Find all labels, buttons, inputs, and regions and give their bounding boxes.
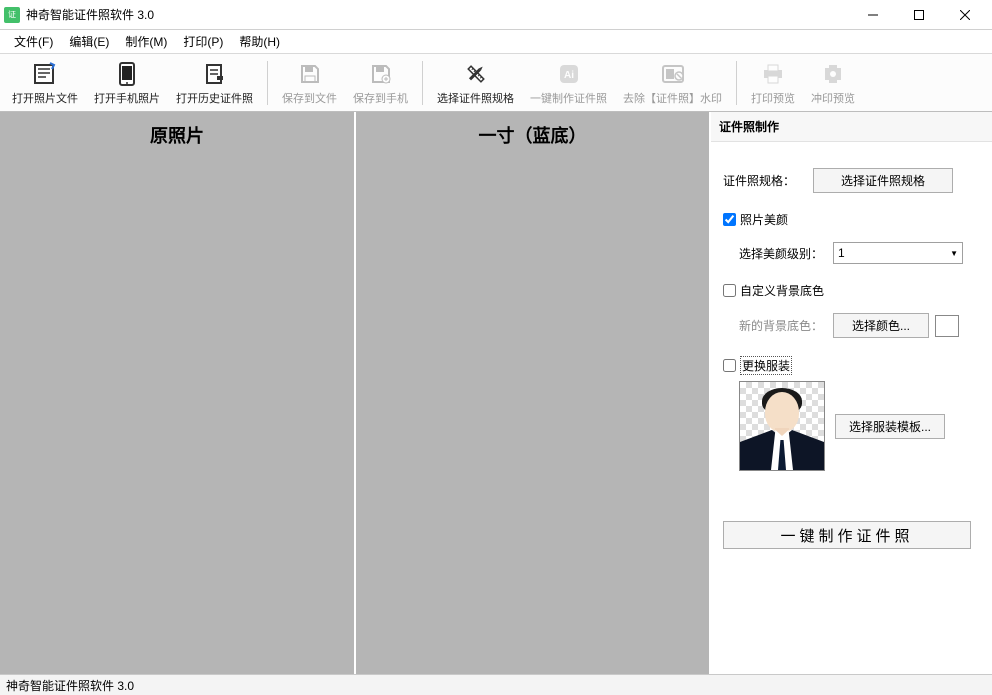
titlebar: 证 神奇智能证件照软件 3.0 (0, 0, 992, 30)
save-phone-icon (367, 60, 395, 88)
toolbar: 打开照片文件 打开手机照片 打开历史证件照 保存到文件 保存到手机 选择证件照规… (0, 54, 992, 112)
dev-preview-button[interactable]: 冲印预览 (803, 57, 863, 109)
open-photo-file-button[interactable]: 打开照片文件 (4, 57, 86, 109)
menu-make[interactable]: 制作(M) (117, 31, 175, 52)
toolbar-separator (422, 61, 423, 105)
menu-file[interactable]: 文件(F) (6, 31, 61, 52)
choose-spec-button[interactable]: 选择证件照规格 (429, 57, 522, 109)
clothing-template-preview (739, 381, 825, 471)
one-click-make-button[interactable]: Ai 一键制作证件照 (522, 57, 615, 109)
phone-icon (113, 60, 141, 88)
one-click-make-panel-button[interactable]: 一键制作证件照 (723, 521, 971, 549)
result-pane-title: 一寸（蓝底） (356, 112, 709, 148)
close-button[interactable] (942, 0, 988, 30)
custom-bg-checkbox-label: 自定义背景底色 (740, 282, 824, 299)
open-history-button[interactable]: 打开历史证件照 (168, 57, 261, 109)
toolbar-separator (736, 61, 737, 105)
develop-icon (819, 60, 847, 88)
result-photo-pane: 一寸（蓝底） (356, 112, 711, 674)
menubar: 文件(F) 编辑(E) 制作(M) 打印(P) 帮助(H) (0, 30, 992, 54)
menu-help[interactable]: 帮助(H) (231, 31, 288, 52)
svg-text:Ai: Ai (564, 70, 574, 81)
menu-edit[interactable]: 编辑(E) (61, 31, 117, 52)
beauty-checkbox-input[interactable] (723, 213, 736, 226)
toolbar-separator (267, 61, 268, 105)
beauty-level-value: 1 (838, 246, 845, 260)
ai-icon: Ai (555, 60, 583, 88)
save-to-file-button[interactable]: 保存到文件 (274, 57, 345, 109)
choose-color-button[interactable]: 选择颜色... (833, 313, 929, 338)
save-icon (296, 60, 324, 88)
beauty-level-select[interactable]: 1 ▼ (833, 242, 963, 264)
workspace: 原照片 一寸（蓝底） 证件照制作 证件照规格： 选择证件照规格 照片美颜 选择美… (0, 112, 992, 674)
beauty-checkbox[interactable]: 照片美颜 (723, 211, 788, 228)
beauty-checkbox-label: 照片美颜 (740, 211, 788, 228)
remove-watermark-button[interactable]: 去除【证件照】水印 (615, 57, 730, 109)
original-photo-pane: 原照片 (0, 112, 356, 674)
original-pane-title: 原照片 (0, 112, 354, 148)
panel-header: 证件照制作 (711, 112, 992, 142)
open-phone-photo-button[interactable]: 打开手机照片 (86, 57, 168, 109)
choose-clothes-template-button[interactable]: 选择服装模板... (835, 414, 945, 439)
beauty-level-label: 选择美颜级别： (739, 245, 833, 262)
minimize-button[interactable] (850, 0, 896, 30)
custom-bg-checkbox[interactable]: 自定义背景底色 (723, 282, 824, 299)
change-clothes-checkbox[interactable]: 更换服装 (723, 356, 792, 375)
choose-spec-panel-button[interactable]: 选择证件照规格 (813, 168, 953, 193)
save-to-phone-button[interactable]: 保存到手机 (345, 57, 416, 109)
custom-bg-checkbox-input[interactable] (723, 284, 736, 297)
menu-print[interactable]: 打印(P) (175, 31, 231, 52)
change-clothes-checkbox-input[interactable] (723, 359, 736, 372)
change-clothes-checkbox-label: 更换服装 (740, 356, 792, 375)
window-title: 神奇智能证件照软件 3.0 (26, 6, 154, 23)
bg-color-swatch (935, 315, 959, 337)
settings-panel: 证件照制作 证件照规格： 选择证件照规格 照片美颜 选择美颜级别： 1 ▼ (711, 112, 992, 674)
ruler-pencil-icon (462, 60, 490, 88)
app-icon: 证 (4, 7, 20, 23)
new-bg-label: 新的背景底色： (739, 317, 833, 334)
maximize-button[interactable] (896, 0, 942, 30)
watermark-remove-icon (659, 60, 687, 88)
print-preview-button[interactable]: 打印预览 (743, 57, 803, 109)
file-open-icon (31, 60, 59, 88)
chevron-down-icon: ▼ (950, 249, 958, 258)
history-file-icon (201, 60, 229, 88)
statusbar: 神奇智能证件照软件 3.0 (0, 674, 992, 695)
printer-icon (759, 60, 787, 88)
status-text: 神奇智能证件照软件 3.0 (6, 677, 134, 694)
spec-label: 证件照规格： (723, 172, 813, 189)
